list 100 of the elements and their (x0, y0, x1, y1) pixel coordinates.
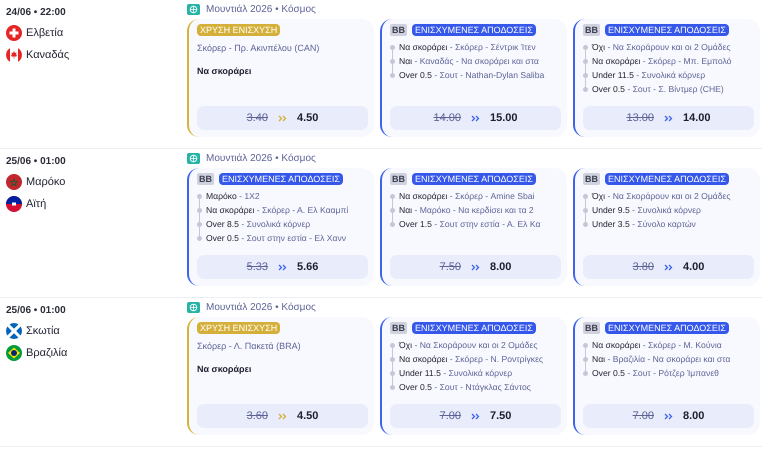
flag-icon (6, 345, 22, 361)
boost-badge: ΕΝΙΣΧΥΜΕΝΕΣ ΑΠΟΔΟΣΕΙΣ (412, 173, 536, 185)
boost-badge: ΕΝΙΣΧΥΜΕΝΕΣ ΑΠΟΔΟΣΕΙΣ (412, 24, 536, 36)
leg-text: Όχι - Να Σκοράρουν και οι 2 Ομάδες (592, 191, 731, 201)
old-odds: 7.00 (632, 410, 654, 422)
boost-card[interactable]: ΧΡΥΣΗ ΕΝΙΣΧΥΣΗ Σκόρερ - Λ. Πακετά (BRA) Να σκοράρει 3.60 4.50 (187, 317, 374, 435)
bet-builder-tag: BB (390, 24, 407, 36)
market-name: Σκόρερ - Λ. Πακετά (BRA) (197, 341, 302, 351)
new-odds: 5.66 (297, 261, 318, 273)
leg-dot (390, 384, 395, 390)
leg-text: Να σκοράρει - Σκόρερ - Μπ. Εμπολό (592, 56, 732, 66)
double-chevron-icon (278, 412, 287, 420)
double-chevron-icon (471, 412, 480, 420)
new-odds: 4.00 (683, 261, 704, 273)
boost-card[interactable]: BB ΕΝΙΣΧΥΜΕΝΕΣ ΑΠΟΔΟΣΕΙΣ Όχι - Να Σκοράρουν και οι 2 Ομάδες Να σκοράρει - Σκόρερ - Ν. Ροντρίγκες Under 11.5 - Συνολικά κόρνερ Over 0.5 - Σουτ - Ντάγκλας Σάντος 7.00 7.50 (380, 317, 567, 435)
boost-badge: ΧΡΥΣΗ ΕΝΙΣΧΥΣΗ (197, 24, 280, 36)
league-name[interactable]: Μουντιάλ 2026 • Κόσμος (206, 302, 316, 313)
leg-dot (390, 370, 395, 376)
old-odds: 14.00 (433, 112, 461, 124)
leg-text: Ναι - Μαρόκο - Να κερδίσει και τα 2 (399, 205, 534, 215)
leg-text: Να σκοράρει - Σκόρερ - Μ. Κούνια (592, 340, 722, 350)
team-name: Αϊτή (26, 198, 46, 210)
leg-dot (583, 72, 588, 78)
bet-builder-tag: BB (197, 173, 214, 185)
boost-badge: ΕΝΙΣΧΥΜΕΝΕΣ ΑΠΟΔΟΣΕΙΣ (412, 322, 536, 334)
odds-button[interactable]: 7.00 8.00 (583, 404, 754, 428)
odds-button[interactable]: 13.00 14.00 (583, 106, 754, 130)
leg-dot (583, 194, 588, 198)
leg-text: Over 0.5 - Σουτ - Ντάγκλας Σάντος (399, 382, 531, 392)
new-odds: 4.50 (297, 410, 318, 422)
double-chevron-icon (278, 114, 287, 122)
selection-name: Να σκοράρει (197, 66, 252, 76)
team-name: Καναδάς (26, 49, 70, 61)
double-chevron-icon (664, 412, 673, 420)
leg-dot (197, 194, 202, 198)
odds-button[interactable]: 7.50 8.00 (390, 255, 561, 279)
leg-text: Μαρόκο - 1X2 (206, 191, 260, 201)
bet-builder-tag: BB (583, 173, 600, 185)
leg-text: Under 11.5 - Συνολικά κόρνερ (399, 368, 512, 378)
leg-dot (390, 208, 395, 212)
leg-dot (583, 356, 588, 362)
match-time: 25/06 • 01:00 (6, 156, 67, 167)
new-odds: 7.50 (490, 410, 512, 422)
old-odds: 3.60 (246, 410, 268, 422)
new-odds: 8.00 (490, 261, 512, 273)
old-odds: 7.50 (440, 261, 461, 273)
leg-text: Under 9.5 - Συνολικά κόρνερ (592, 205, 701, 215)
odds-button[interactable]: 5.33 5.66 (197, 255, 368, 279)
leg-dot (583, 208, 588, 212)
leg-dot (197, 208, 202, 212)
leg-text: Under 3.5 - Σύνολο καρτών (592, 219, 696, 229)
leg-dot (583, 222, 588, 226)
leg-text: Over 1.5 - Σουτ στην εστία - Α. Ελ Κα (399, 219, 540, 229)
odds-button[interactable]: 3.80 4.00 (583, 255, 754, 279)
double-chevron-icon (664, 264, 673, 270)
double-chevron-icon (278, 264, 287, 270)
bet-builder-tag: BB (390, 322, 407, 334)
boost-card[interactable]: BB ΕΝΙΣΧΥΜΕΝΕΣ ΑΠΟΔΟΣΕΙΣ Όχι - Να Σκοράρουν και οι 2 Ομάδες Under 9.5 - Συνολικά κόρνερ Under 3.5 - Σύνολο καρτών 3.80 4.00 (573, 168, 760, 286)
market-name: Σκόρερ - Πρ. Ακινπέλου (CAN) (197, 43, 320, 53)
boost-badge: ΕΝΙΣΧΥΜΕΝΕΣ ΑΠΟΔΟΣΕΙΣ (605, 24, 729, 36)
leg-text: Ναι - Καναδάς - Να σκοράρει και στα (399, 56, 539, 66)
old-odds: 5.33 (246, 261, 268, 273)
leg-text: Under 11.5 - Συνολικά κόρνερ (592, 70, 706, 80)
flag-icon (6, 47, 22, 63)
leg-dot (583, 370, 588, 376)
boost-card[interactable]: BB ΕΝΙΣΧΥΜΕΝΕΣ ΑΠΟΔΟΣΕΙΣ Μαρόκο - 1X2 Να σκοράρει - Σκόρερ - Α. Ελ Κααμπί Over 8.5 - Συνολικά κόρνερ Over 0.5 - Σουτ στην εστία - Ελ Χανν 5.33 5.66 (187, 168, 374, 286)
boost-card[interactable]: BB ΕΝΙΣΧΥΜΕΝΕΣ ΑΠΟΔΟΣΕΙΣ Να σκοράρει - Σκόρερ - Μ. Κούνια Ναι - Βραζιλία - Να σκοράρει και στα Over 0.5 - Σουτ - Ρότζερ Ίμπανεθ 7.00 8.00 (573, 317, 760, 435)
leg-text: Over 0.5 - Σουτ - Σ. Βίντμερ (CHE) (592, 84, 724, 94)
odds-button[interactable]: 14.00 15.00 (390, 106, 561, 130)
boost-card[interactable]: BB ΕΝΙΣΧΥΜΕΝΕΣ ΑΠΟΔΟΣΕΙΣ Να σκοράρει - Σκόρερ - Σέντρικ Ίτεν Ναι - Καναδάς - Να σκοράρει και στα Over 0.5 - Σουτ - Nathan-Dylan Saliba 14.00 15.00 (380, 19, 567, 137)
selection-name: Να σκοράρει (197, 364, 252, 374)
boost-badge: ΕΝΙΣΧΥΜΕΝΕΣ ΑΠΟΔΟΣΕΙΣ (219, 173, 343, 185)
odds-button[interactable]: 7.00 7.50 (390, 404, 561, 428)
boost-card[interactable]: BB ΕΝΙΣΧΥΜΕΝΕΣ ΑΠΟΔΟΣΕΙΣ Όχι - Να Σκοράρουν και οι 2 Ομάδες Να σκοράρει - Σκόρερ - Μπ. Εμπολό Under 11.5 - Συνολικά κόρνερ Over 0.5 - Σουτ - Σ. Βίντμερ (CHE) 13.00 14.00 (573, 19, 760, 137)
leg-dot (390, 44, 395, 50)
old-odds: 7.00 (440, 410, 461, 422)
leg-dot (583, 342, 588, 348)
globe-icon (187, 4, 200, 15)
league-name[interactable]: Μουντιάλ 2026 • Κόσμος (206, 4, 316, 15)
odds-button[interactable]: 3.60 4.50 (197, 404, 368, 428)
new-odds: 8.00 (683, 410, 704, 422)
leg-text: Όχι - Να Σκοράρουν και οι 2 Ομάδες (592, 42, 731, 52)
boost-badge: ΕΝΙΣΧΥΜΕΝΕΣ ΑΠΟΔΟΣΕΙΣ (605, 173, 729, 185)
leg-text: Ναι - Βραζιλία - Να σκοράρει και στα (592, 354, 730, 364)
leg-dot (390, 194, 395, 198)
team-name: Μαρόκο (26, 176, 66, 188)
match-time: 24/06 • 22:00 (6, 7, 67, 18)
team-name: Ελβετία (26, 27, 64, 39)
leg-text: Να σκοράρει - Σκόρερ - Σέντρικ Ίτεν (399, 42, 536, 52)
boost-card[interactable]: BB ΕΝΙΣΧΥΜΕΝΕΣ ΑΠΟΔΟΣΕΙΣ Να σκοράρει - Σκόρερ - Amine Sbai Ναι - Μαρόκο - Να κερδίσει και τα 2 Over 1.5 - Σουτ στην εστία - Α. Ελ Κα 7.50 8.00 (380, 168, 567, 286)
old-odds: 3.40 (246, 112, 268, 124)
flag-icon (6, 25, 22, 41)
league-name[interactable]: Μουντιάλ 2026 • Κόσμος (206, 153, 316, 164)
leg-text: Όχι - Να Σκοράρουν και οι 2 Ομάδες (399, 340, 538, 350)
leg-dot (197, 236, 202, 240)
globe-icon (187, 302, 200, 313)
new-odds: 15.00 (490, 112, 518, 124)
odds-button[interactable]: 3.40 4.50 (197, 106, 368, 130)
boost-card[interactable]: ΧΡΥΣΗ ΕΝΙΣΧΥΣΗ Σκόρερ - Πρ. Ακινπέλου (CAN) Να σκοράρει 3.40 4.50 (187, 19, 374, 137)
leg-dot (390, 58, 395, 64)
